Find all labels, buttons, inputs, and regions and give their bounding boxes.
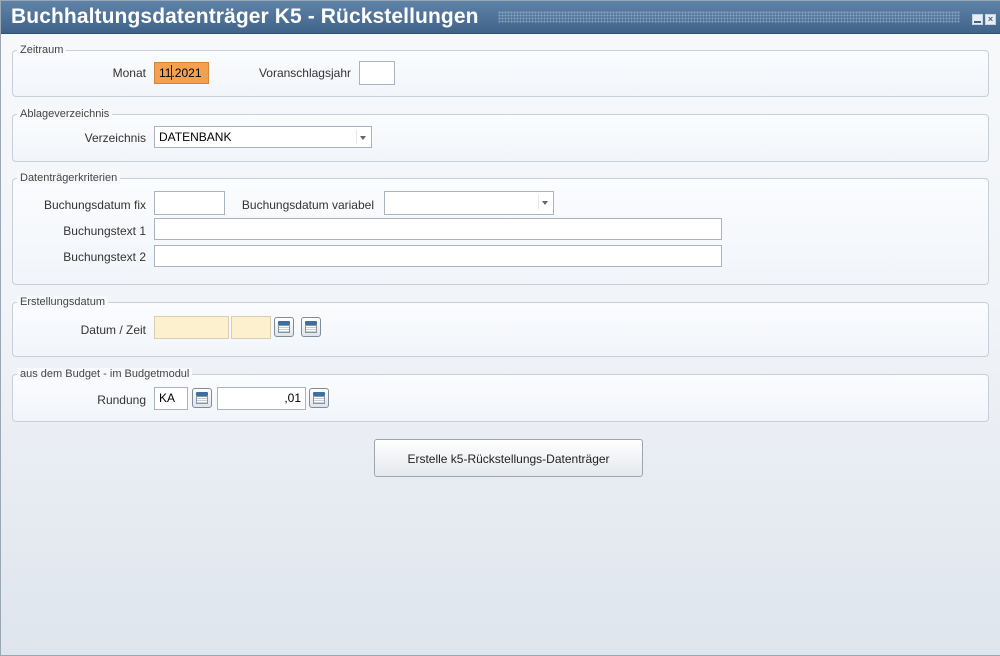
window-title: Buchhaltungsdatenträger K5 - Rückstellun…: [11, 5, 479, 28]
datum-input[interactable]: [154, 316, 229, 339]
voranschlagsjahr-label: Voranschlagsjahr: [258, 66, 351, 80]
buchungstext2-input[interactable]: [154, 245, 722, 267]
dialog-window: Buchhaltungsdatenträger K5 - Rückstellun…: [0, 0, 1000, 656]
rundung-code-input[interactable]: KA: [154, 387, 188, 410]
group-legend-budget: aus dem Budget - im Budgetmodul: [17, 368, 193, 380]
buchungsdatum-fix-label: Buchungsdatum fix: [43, 198, 146, 212]
buchungsdatum-fix-input[interactable]: [154, 191, 225, 215]
minimize-icon[interactable]: [972, 14, 983, 25]
title-bar-pattern: [498, 11, 960, 23]
verzeichnis-select[interactable]: DATENBANK: [154, 126, 372, 148]
verzeichnis-value: DATENBANK: [159, 130, 232, 144]
buchungstext1-label: Buchungstext 1: [63, 224, 146, 238]
lookup-list-icon[interactable]: [192, 388, 212, 408]
group-legend-erstellungsdatum: Erstellungsdatum: [17, 296, 108, 308]
voranschlagsjahr-input[interactable]: [359, 61, 395, 85]
zeit-input[interactable]: [231, 316, 271, 339]
chevron-down-icon[interactable]: [356, 130, 369, 144]
clock-picker-icon[interactable]: [301, 317, 321, 337]
create-k5-datentraeger-button[interactable]: Erstelle k5-Rückstellungs-Datenträger: [374, 439, 643, 477]
datum-zeit-label: Datum / Zeit: [80, 323, 146, 337]
buchungsdatum-variabel-select[interactable]: [384, 191, 554, 215]
buchungsdatum-variabel-label: Buchungsdatum variabel: [241, 198, 374, 212]
rundung-value-input[interactable]: ,01: [217, 387, 306, 410]
rundung-label: Rundung: [97, 393, 146, 407]
verzeichnis-label: Verzeichnis: [84, 131, 146, 145]
close-icon[interactable]: ×: [985, 14, 996, 25]
buchungstext1-input[interactable]: [154, 218, 722, 240]
monat-input[interactable]: 11.2021: [154, 62, 209, 84]
calendar-icon[interactable]: [274, 317, 294, 337]
group-legend-ablageverzeichnis: Ablageverzeichnis: [17, 108, 113, 120]
lookup-list-icon[interactable]: [309, 388, 329, 408]
buchungstext2-label: Buchungstext 2: [63, 250, 146, 264]
group-legend-zeitraum: Zeitraum: [17, 44, 67, 56]
group-legend-datentraegerkriterien: Datenträgerkriterien: [17, 172, 121, 184]
monat-label: Monat: [112, 66, 146, 80]
title-bar[interactable]: Buchhaltungsdatenträger K5 - Rückstellun…: [1, 1, 1000, 34]
text-cursor: [171, 65, 172, 80]
chevron-down-icon[interactable]: [538, 195, 551, 209]
